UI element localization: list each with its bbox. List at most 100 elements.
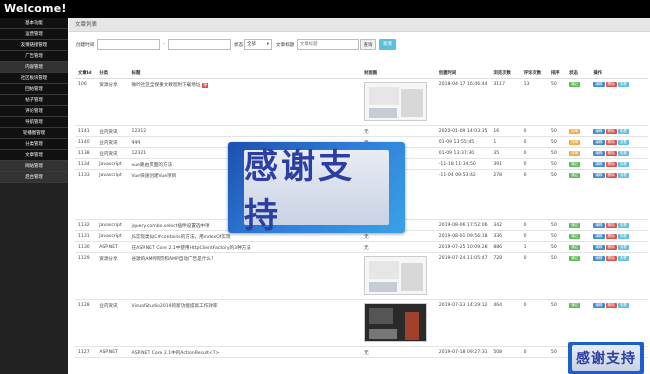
- view-count-cell: 278: [490, 169, 521, 220]
- created-time: 2018-04-17 16:46:44: [438, 81, 488, 87]
- sort-order-cell: 50: [547, 158, 567, 170]
- delete-button[interactable]: 删除: [605, 222, 617, 228]
- sidebar-item[interactable]: 基本功能: [0, 18, 68, 29]
- edit-button[interactable]: 编辑: [593, 150, 605, 156]
- view-count: 728: [493, 255, 503, 261]
- edit-button[interactable]: 编辑: [593, 302, 605, 308]
- article-id: 1131: [78, 233, 90, 239]
- thanks-badge[interactable]: 感谢支持: [568, 342, 644, 374]
- cover-thumbnail[interactable]: [363, 255, 427, 295]
- article-category: Javascript: [99, 233, 122, 239]
- sidebar-item[interactable]: 内容管理: [0, 62, 68, 73]
- status-badge[interactable]: 待审: [569, 128, 581, 134]
- article-category-cell: 业内资讯: [96, 125, 129, 137]
- edit-button[interactable]: 编辑: [593, 255, 605, 261]
- column-header: 排序: [547, 68, 567, 79]
- status-badge[interactable]: 通过: [569, 81, 581, 87]
- sidebar-item[interactable]: 广告管理: [0, 51, 68, 62]
- view-button[interactable]: 查看: [617, 128, 629, 134]
- status-cell: 通过: [566, 219, 591, 231]
- sidebar-item[interactable]: 轮播图管理: [0, 128, 68, 139]
- delete-button[interactable]: 删除: [605, 244, 617, 250]
- date-to-input[interactable]: [168, 39, 231, 50]
- view-button[interactable]: 查看: [617, 81, 629, 87]
- delete-button[interactable]: 删除: [605, 255, 617, 261]
- status-badge[interactable]: 通过: [569, 161, 581, 167]
- view-button[interactable]: 查看: [617, 172, 629, 178]
- delete-button[interactable]: 删除: [605, 81, 617, 87]
- delete-button[interactable]: 删除: [605, 302, 617, 308]
- edit-button[interactable]: 编辑: [593, 233, 605, 239]
- edit-button[interactable]: 编辑: [593, 139, 605, 145]
- status-badge[interactable]: 通过: [569, 302, 581, 308]
- delete-button[interactable]: 删除: [605, 172, 617, 178]
- article-title: 谷歌的AMP网页和AMP自动广告是什么?: [131, 256, 214, 262]
- status-badge[interactable]: 待审: [569, 150, 581, 156]
- status-select[interactable]: 全部 ▾: [244, 39, 272, 50]
- cover-thumbnail[interactable]: [363, 302, 427, 342]
- article-category-cell: ASP.NET: [96, 346, 129, 358]
- article-title-cell: 在ASP.NET Core 2.1中使用HttpClientFactory的3种…: [128, 241, 361, 253]
- sidebar-item[interactable]: 运营管理: [0, 29, 68, 40]
- edit-button[interactable]: 编辑: [593, 172, 605, 178]
- sidebar: 基本功能 运营管理 友情链接管理 广告管理 内容管理 社区板块管理 回帖管理 帖子管理 评论管理…: [0, 18, 68, 374]
- article-id-cell: 1130: [75, 241, 97, 253]
- status-badge[interactable]: 通过: [569, 172, 581, 178]
- status-badge[interactable]: 通过: [569, 244, 581, 250]
- sidebar-item[interactable]: 友情链接管理: [0, 40, 68, 51]
- thanks-banner-text: 感谢支持: [244, 146, 355, 236]
- edit-button[interactable]: 编辑: [593, 222, 605, 228]
- add-button[interactable]: 新增: [379, 39, 396, 50]
- edit-button[interactable]: 编辑: [593, 81, 605, 87]
- comment-count-cell: 13: [520, 78, 548, 126]
- view-button[interactable]: 查看: [617, 302, 629, 308]
- comment-count: 0: [523, 349, 527, 355]
- created-time: 2019-07-18 09:27:31: [438, 349, 488, 355]
- article-id: 1130: [78, 244, 90, 250]
- status-cell: 通过: [566, 169, 591, 220]
- delete-button[interactable]: 删除: [605, 128, 617, 134]
- status-badge[interactable]: 通过: [569, 233, 581, 239]
- date-from-input[interactable]: [97, 39, 160, 50]
- article-id-cell: 1128: [75, 299, 97, 347]
- sidebar-item[interactable]: 帖子管理: [0, 95, 68, 106]
- search-button[interactable]: 查询: [360, 39, 376, 50]
- article-title: VisualStudio2019的新功能提高工作效率: [131, 303, 218, 309]
- status-badge[interactable]: 通过: [569, 255, 581, 261]
- sidebar-item[interactable]: 回帖管理: [0, 84, 68, 95]
- sidebar-item[interactable]: 分类管理: [0, 139, 68, 150]
- sidebar-item[interactable]: 评论管理: [0, 106, 68, 117]
- view-button[interactable]: 查看: [617, 150, 629, 156]
- delete-button[interactable]: 删除: [605, 233, 617, 239]
- sidebar-item[interactable]: 网站管理: [0, 161, 68, 172]
- edit-button[interactable]: 编辑: [593, 161, 605, 167]
- sidebar-item[interactable]: 社区板块管理: [0, 73, 68, 84]
- edit-button[interactable]: 编辑: [593, 244, 605, 250]
- edit-button[interactable]: 编辑: [593, 128, 605, 134]
- status-badge[interactable]: 通过: [569, 222, 581, 228]
- view-button[interactable]: 查看: [617, 233, 629, 239]
- delete-button[interactable]: 删除: [605, 161, 617, 167]
- comment-count-cell: 0: [520, 230, 548, 242]
- sidebar-item[interactable]: 导航管理: [0, 117, 68, 128]
- status-cell: 待审: [566, 136, 591, 148]
- article-id-cell: 1132: [75, 219, 97, 231]
- cover-thumbnail[interactable]: [363, 81, 427, 121]
- view-button[interactable]: 查看: [617, 255, 629, 261]
- view-button[interactable]: 查看: [617, 244, 629, 250]
- sidebar-item[interactable]: 文章管理: [0, 150, 68, 161]
- created-time: 01-09 13:37:30: [438, 150, 475, 156]
- sidebar-item[interactable]: 后台管理: [0, 172, 68, 183]
- view-button[interactable]: 查看: [617, 139, 629, 145]
- view-button[interactable]: 查看: [617, 222, 629, 228]
- article-id: 1132: [78, 222, 90, 228]
- delete-button[interactable]: 删除: [605, 139, 617, 145]
- view-button[interactable]: 查看: [617, 161, 629, 167]
- title-search-input[interactable]: [297, 39, 359, 50]
- delete-button[interactable]: 删除: [605, 150, 617, 156]
- sort-order-cell: 50: [547, 346, 567, 358]
- thumb-block: [368, 260, 399, 279]
- view-count-cell: 391: [490, 158, 521, 170]
- status-badge[interactable]: 待审: [569, 139, 581, 145]
- sort-order: 50: [550, 139, 557, 145]
